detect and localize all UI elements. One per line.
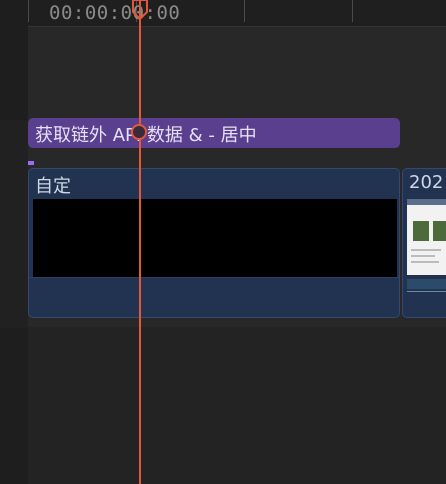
video-clip-next-thumbnail <box>407 199 446 275</box>
thumbnail-header-bar <box>407 199 446 205</box>
thumbnail-text-line <box>411 261 439 263</box>
clip-audio-divider <box>407 291 446 292</box>
ruler-tick <box>352 0 353 22</box>
clip-audio-divider <box>29 277 399 278</box>
timeline-empty-area[interactable] <box>28 327 446 484</box>
ruler-tick <box>28 0 29 22</box>
thumbnail-image <box>413 221 429 241</box>
video-clip[interactable]: 自定 <box>28 168 400 318</box>
playhead-skimmer-knob[interactable] <box>131 124 147 140</box>
video-clip-thumbnail <box>33 199 397 277</box>
video-clip-next-filmstrip <box>407 279 446 289</box>
clip-marker[interactable] <box>28 161 34 165</box>
track-header-band <box>0 120 28 328</box>
title-clip[interactable]: 获取链外 API 数据 & - 居中 <box>28 118 400 148</box>
video-clip-next[interactable]: 202 <box>402 168 446 318</box>
ruler-tick <box>244 0 245 22</box>
track-header-gutter <box>0 0 29 484</box>
playhead-line[interactable] <box>139 0 141 484</box>
thumbnail-image <box>433 221 446 241</box>
thumbnail-text-line <box>411 255 435 257</box>
video-clip-label: 自定 <box>35 176 71 197</box>
thumbnail-text-line <box>411 249 441 251</box>
video-clip-next-label: 202 <box>409 172 444 193</box>
timecode-display: 00:00:00:00 <box>49 2 181 24</box>
playhead-handle[interactable] <box>132 0 148 20</box>
